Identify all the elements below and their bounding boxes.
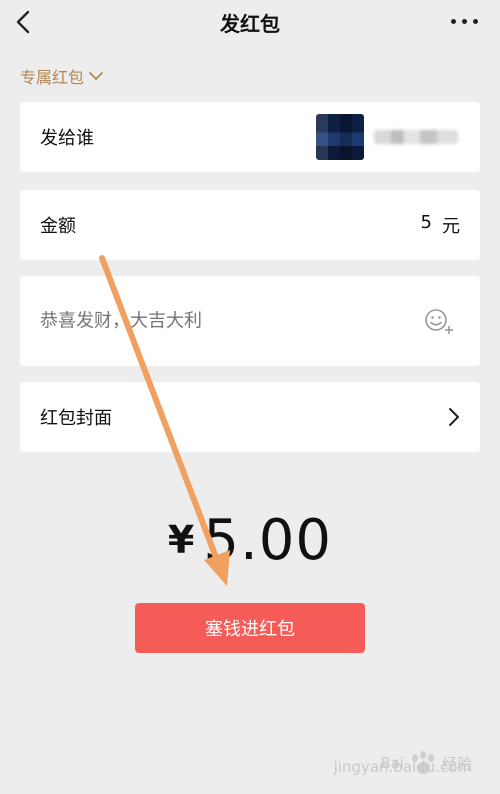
recipient-row[interactable]: 发给谁 [20,102,480,172]
more-options-button[interactable] [448,8,482,34]
packet-type-selector[interactable]: 专属红包 [20,64,103,88]
dot-icon [451,19,456,24]
packet-cover-row[interactable]: 红包封面 [20,382,480,452]
total-amount: ¥5.00 [0,508,500,573]
packet-type-label: 专属红包 [20,68,85,87]
recipient-label: 发给谁 [40,128,94,149]
watermark-url: jingyan.baidu.com [333,758,472,776]
avatar [316,114,364,160]
send-red-packet-button[interactable]: 塞钱进红包 [135,603,365,653]
chevron-down-icon [89,72,103,80]
recipient-info [316,114,458,160]
page-title: 发红包 [220,12,280,36]
greeting-message-input[interactable] [40,310,400,332]
emoji-add-icon [425,309,453,334]
dot-icon [462,19,467,24]
dot-icon [473,19,478,24]
currency-symbol: ¥ [167,518,196,562]
amount-row: 金额 5 元 [20,190,480,260]
amount-value: 5 [420,212,432,233]
emoji-button[interactable] [424,306,456,336]
top-nav-bar: 发红包 [0,0,500,46]
total-amount-value: 5.00 [203,508,333,573]
recipient-name-blurred [374,130,458,144]
amount-label: 金额 [40,216,76,237]
chevron-right-icon [449,408,459,426]
amount-input[interactable]: 5 元 [421,212,460,238]
packet-cover-label: 红包封面 [40,408,112,429]
message-row [20,276,480,366]
amount-unit: 元 [442,216,460,237]
